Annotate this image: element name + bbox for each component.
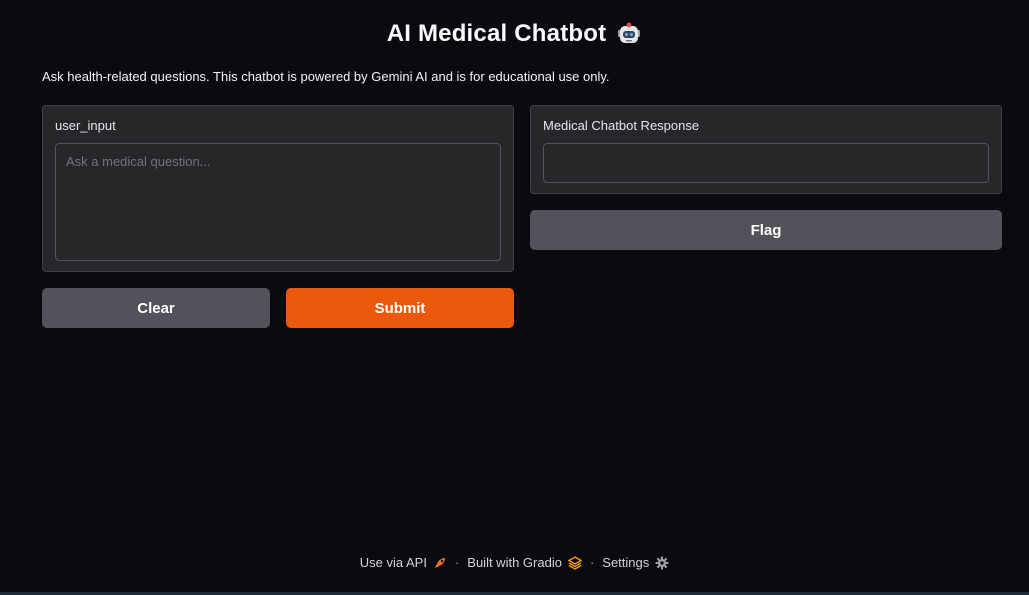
footer-separator: ·	[589, 555, 595, 570]
settings-label: Settings	[602, 555, 650, 570]
response-label: Medical Chatbot Response	[543, 118, 700, 133]
settings-link[interactable]: Settings	[602, 555, 669, 570]
description-text: Ask health-related questions. This chatb…	[42, 69, 610, 84]
footer: Use via API · Built with Gradio · Settin…	[0, 555, 1029, 570]
user-input-panel: user_input	[42, 105, 514, 272]
use-via-api-label: Use via API	[359, 555, 427, 570]
user-input-label: user_input	[55, 118, 116, 133]
title-row: AI Medical Chatbot	[0, 16, 1029, 52]
user-input-field[interactable]	[55, 143, 501, 261]
robot-icon	[616, 21, 642, 47]
app-page: AI Medical Chatbot Ask health-related qu…	[0, 0, 1029, 595]
flag-button[interactable]: Flag	[530, 210, 1002, 250]
gradio-logo-icon	[567, 555, 583, 570]
use-via-api-link[interactable]: Use via API	[360, 555, 447, 570]
rocket-icon	[433, 556, 447, 570]
submit-button[interactable]: Submit	[286, 288, 514, 328]
footer-separator: ·	[454, 555, 460, 570]
response-panel: Medical Chatbot Response	[530, 105, 1002, 194]
gear-icon	[655, 556, 669, 570]
built-with-gradio-label: Built with Gradio	[467, 555, 562, 570]
response-output	[543, 143, 989, 183]
clear-button[interactable]: Clear	[42, 288, 270, 328]
built-with-gradio-link[interactable]: Built with Gradio	[467, 555, 583, 570]
page-title: AI Medical Chatbot	[386, 20, 607, 47]
